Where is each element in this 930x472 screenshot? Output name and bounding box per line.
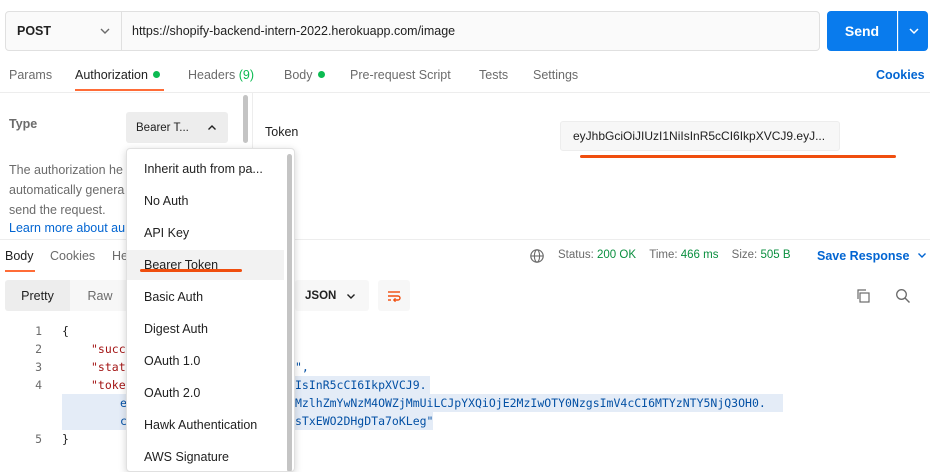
search-icon[interactable] (895, 288, 911, 304)
code-brace: } (62, 432, 69, 446)
save-response-button[interactable]: Save Response (817, 249, 927, 263)
line-number: 3 (35, 360, 42, 374)
dropdown-scrollbar[interactable] (287, 154, 292, 471)
code-value: IsInR5cCI6IkpXVCJ9. (295, 378, 427, 392)
view-pretty-button[interactable]: Pretty (5, 280, 70, 311)
send-button[interactable]: Send (827, 11, 897, 51)
dropdown-item-basic-auth[interactable]: Basic Auth (127, 282, 284, 312)
request-bar: POST https://shopify-backend-intern-2022… (5, 11, 820, 51)
dropdown-item-oauth1[interactable]: OAuth 1.0 (127, 346, 284, 376)
dropdown-item-digest-auth[interactable]: Digest Auth (127, 314, 284, 344)
wrap-lines-button[interactable] (378, 280, 410, 311)
code-value: MzlhZmYwNzM4OWZjMmUiLCJpYXQiOjE2MzIwOTY0… (295, 396, 766, 410)
size-label: Size: (731, 249, 758, 261)
tab-settings[interactable]: Settings (533, 68, 578, 82)
code-value: ", (295, 360, 309, 374)
response-tab-cookies[interactable]: Cookies (50, 249, 95, 263)
format-select[interactable]: JSON (295, 280, 369, 311)
view-raw-button[interactable]: Raw (70, 280, 130, 311)
annotation-underline (580, 155, 896, 158)
chevron-down-icon (347, 293, 356, 299)
auth-type-dropdown: Inherit auth from pa... No Auth API Key … (126, 148, 295, 472)
auth-type-label: Type (9, 117, 38, 131)
scrollbar[interactable] (243, 95, 248, 143)
send-options-button[interactable] (898, 11, 928, 51)
tab-authorization[interactable]: Authorization (75, 68, 160, 82)
dropdown-item-oauth2[interactable]: OAuth 2.0 (127, 378, 284, 408)
response-tab-underline (5, 270, 35, 272)
chevron-down-icon (908, 28, 919, 35)
method-label: POST (17, 24, 52, 38)
tab-headers[interactable]: Headers (9) (188, 68, 254, 82)
tab-authorization-label: Authorization (75, 68, 148, 82)
format-value: JSON (305, 289, 337, 302)
dropdown-item-bearer-token[interactable]: Bearer Token (127, 250, 284, 280)
code-key: "stat (91, 360, 126, 374)
response-tab-body[interactable]: Body (5, 249, 34, 263)
chevron-down-icon (100, 28, 110, 34)
dropdown-item-no-auth[interactable]: No Auth (127, 186, 284, 216)
cookies-link[interactable]: Cookies (876, 68, 925, 82)
code-key: "succ (91, 342, 126, 356)
active-tab-underline (75, 89, 164, 91)
size-value: 505 B (760, 249, 791, 261)
tab-params[interactable]: Params (9, 68, 52, 82)
tab-prerequest[interactable]: Pre-request Script (350, 68, 451, 82)
status-label: Status: (558, 249, 594, 261)
auth-description-line: send the request. (9, 203, 106, 217)
tab-headers-label: Headers (188, 68, 236, 82)
divider (0, 92, 930, 93)
token-input[interactable]: eyJhbGciOiJIUzI1NiIsInR5cCI6IkpXVCJ9.eyJ… (560, 121, 840, 151)
dropdown-item-aws-signature[interactable]: AWS Signature (127, 442, 284, 471)
chevron-down-icon (917, 253, 926, 258)
line-number: 2 (35, 342, 42, 356)
learn-more-link[interactable]: Learn more about au (9, 221, 129, 235)
url-input[interactable]: https://shopify-backend-intern-2022.hero… (132, 24, 455, 38)
tab-body[interactable]: Body (284, 68, 325, 82)
wrap-lines-icon (388, 290, 401, 302)
time-value: 466 ms (680, 249, 719, 261)
auth-description-line: automatically genera (9, 183, 125, 197)
dropdown-item-api-key[interactable]: API Key (127, 218, 284, 248)
auth-description: The authorization he automatically gener… (9, 160, 134, 220)
auth-description-line: The authorization he (9, 163, 123, 177)
dropdown-item-hawk[interactable]: Hawk Authentication (127, 410, 284, 440)
active-dot-icon (317, 71, 325, 78)
method-select[interactable]: POST (6, 12, 122, 50)
auth-type-value: Bearer T... (136, 121, 189, 134)
line-number: 1 (35, 324, 42, 338)
chevron-up-icon (208, 125, 216, 130)
tab-tests[interactable]: Tests (479, 68, 508, 82)
code-brace: { (62, 324, 69, 338)
status-value: 200 OK (597, 249, 637, 261)
response-status-bar: Status: 200 OK Time: 466 ms Size: 505 B (530, 249, 791, 261)
code-key: "toke (91, 378, 126, 392)
dropdown-item-inherit[interactable]: Inherit auth from pa... (127, 154, 284, 184)
annotation-underline (140, 269, 242, 272)
tab-body-label: Body (284, 68, 313, 82)
save-response-label: Save Response (817, 249, 910, 263)
time-label: Time: (649, 249, 678, 261)
line-number: 4 (35, 378, 42, 392)
auth-type-select[interactable]: Bearer T... (126, 112, 228, 143)
request-tabs: Params Authorization Headers (9) Body Pr… (0, 60, 930, 92)
line-number: 5 (35, 432, 42, 446)
headers-count: (9) (238, 68, 255, 82)
active-dot-icon (152, 71, 160, 78)
token-label: Token (265, 125, 299, 139)
copy-icon[interactable] (855, 288, 871, 304)
code-value: sTxEWO2DHgDTa7oKLeg" (295, 414, 434, 428)
